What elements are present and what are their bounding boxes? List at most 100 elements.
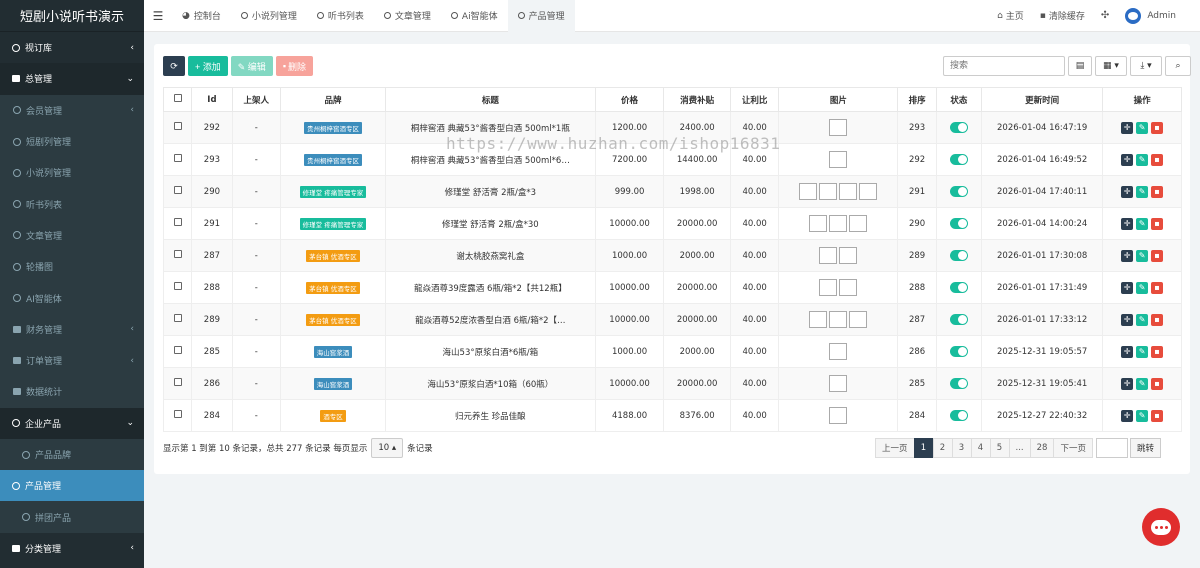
select-cell[interactable] (162, 175, 193, 208)
select-cell[interactable] (162, 111, 193, 144)
page-button[interactable]: 2 (932, 438, 953, 458)
sidebar-item[interactable]: 视订库 ‹ (0, 32, 144, 63)
export-button[interactable]: ⤓ ▾ (1130, 56, 1162, 76)
select-cell[interactable] (162, 271, 193, 304)
product-image[interactable] (829, 311, 848, 328)
drag-sort-button[interactable]: ✛ (1121, 377, 1134, 390)
fullscreen-icon[interactable]: ✣ (1093, 10, 1117, 21)
tab-dashboard[interactable]: ◕ 控制台 (172, 0, 231, 32)
tab-product[interactable]: 产品管理 (507, 0, 575, 32)
status-toggle[interactable] (949, 378, 968, 389)
sidebar-item[interactable]: 拼团产品 (0, 501, 144, 533)
product-image[interactable] (829, 151, 848, 168)
select-cell[interactable] (162, 399, 193, 432)
product-image[interactable] (849, 311, 868, 328)
delete-button[interactable]: ▪ 删除 (275, 56, 314, 76)
column-header[interactable]: 状态 (935, 87, 983, 112)
drag-sort-button[interactable]: ✛ (1121, 409, 1134, 422)
menu-toggle-icon[interactable]: ☰ (144, 9, 172, 23)
columns-button[interactable]: ▦ ▾ (1095, 56, 1127, 76)
page-button[interactable]: 3 (951, 438, 972, 458)
sidebar-item[interactable]: 听书列表 (0, 188, 144, 220)
product-image[interactable] (809, 311, 828, 328)
column-header[interactable]: 更新时间 (981, 87, 1104, 112)
page-button[interactable]: ... (1008, 438, 1031, 458)
product-image[interactable] (839, 247, 858, 264)
tab-audiobook-list[interactable]: 听书列表 (307, 0, 374, 32)
drag-sort-button[interactable]: ✛ (1121, 313, 1134, 326)
sidebar-item[interactable]: AI智能体 (0, 282, 144, 314)
tab-novel-list[interactable]: 小说列管理 (231, 0, 307, 32)
row-delete-button[interactable]: ▪ (1151, 377, 1164, 390)
sidebar-item[interactable]: 轮播图 (0, 251, 144, 283)
row-edit-button[interactable]: ✎ (1136, 281, 1149, 294)
product-image[interactable] (849, 215, 868, 232)
advanced-search-button[interactable]: ⌕ (1165, 56, 1191, 76)
jump-page-input[interactable] (1095, 438, 1128, 458)
tab-ai-agent[interactable]: Ai智能体 (441, 0, 508, 32)
sidebar-item[interactable]: 财务管理 ‹ (0, 313, 144, 345)
select-cell[interactable] (162, 207, 193, 240)
sidebar-item[interactable]: 订单管理 ‹ (0, 344, 144, 377)
add-button[interactable]: + 添加 (188, 56, 228, 76)
column-header[interactable]: 图片 (778, 87, 899, 112)
sidebar-item[interactable]: 文章管理 (0, 219, 144, 252)
sidebar-item[interactable]: 短剧列管理 (0, 125, 144, 158)
row-edit-button[interactable]: ✎ (1136, 217, 1149, 230)
home-link[interactable]: ⌂ 主页 (989, 9, 1032, 23)
column-header[interactable]: 品牌 (280, 87, 386, 112)
drag-sort-button[interactable]: ✛ (1121, 281, 1134, 294)
row-edit-button[interactable]: ✎ (1136, 153, 1149, 166)
drag-sort-button[interactable]: ✛ (1121, 249, 1134, 262)
sidebar-item[interactable]: 数据统计 (0, 376, 144, 408)
product-image[interactable] (819, 247, 838, 264)
row-delete-button[interactable]: ▪ (1151, 185, 1164, 198)
column-header[interactable]: 价格 (594, 87, 665, 112)
toggle-view-button[interactable]: ▤ (1068, 56, 1092, 76)
search-input[interactable] (943, 56, 1065, 76)
row-checkbox[interactable] (173, 314, 182, 322)
row-delete-button[interactable]: ▪ (1151, 281, 1164, 294)
row-edit-button[interactable]: ✎ (1136, 249, 1149, 262)
status-toggle[interactable] (949, 410, 968, 421)
select-cell[interactable] (162, 303, 193, 336)
page-button[interactable]: 下一页 (1053, 438, 1093, 458)
row-edit-button[interactable]: ✎ (1136, 313, 1149, 326)
sidebar-item[interactable]: 产品品牌 (0, 438, 144, 471)
drag-sort-button[interactable]: ✛ (1121, 153, 1134, 166)
row-edit-button[interactable]: ✎ (1136, 185, 1149, 198)
product-image[interactable] (829, 343, 848, 360)
row-delete-button[interactable]: ▪ (1151, 249, 1164, 262)
row-edit-button[interactable]: ✎ (1136, 345, 1149, 358)
drag-sort-button[interactable]: ✛ (1121, 185, 1134, 198)
page-button[interactable]: 4 (970, 438, 991, 458)
product-image[interactable] (809, 215, 828, 232)
drag-sort-button[interactable]: ✛ (1121, 345, 1134, 358)
product-image[interactable] (839, 183, 858, 200)
status-toggle[interactable] (949, 346, 968, 357)
product-image[interactable] (819, 183, 838, 200)
row-checkbox[interactable] (173, 218, 182, 226)
row-delete-button[interactable]: ▪ (1151, 153, 1164, 166)
sidebar-item[interactable]: 总管理 ⌄ (0, 63, 144, 95)
product-image[interactable] (799, 183, 818, 200)
tab-article[interactable]: 文章管理 (374, 0, 441, 32)
drag-sort-button[interactable]: ✛ (1121, 217, 1134, 230)
row-checkbox[interactable] (173, 122, 182, 130)
select-all-cell[interactable] (162, 87, 193, 112)
page-button[interactable]: 上一页 (875, 438, 915, 458)
sidebar-item[interactable]: 会员管理 ‹ (0, 94, 144, 126)
row-checkbox[interactable] (173, 282, 182, 290)
row-checkbox[interactable] (173, 346, 182, 354)
page-button[interactable]: 5 (989, 438, 1010, 458)
sidebar-item[interactable]: 分类管理 ‹ (0, 533, 144, 564)
status-toggle[interactable] (949, 314, 968, 325)
row-checkbox[interactable] (173, 154, 182, 162)
column-header[interactable]: 标题 (384, 87, 596, 112)
product-image[interactable] (829, 119, 848, 136)
row-edit-button[interactable]: ✎ (1136, 121, 1149, 134)
product-image[interactable] (829, 375, 848, 392)
product-image[interactable] (829, 407, 848, 424)
row-delete-button[interactable]: ▪ (1151, 217, 1164, 230)
row-edit-button[interactable]: ✎ (1136, 377, 1149, 390)
